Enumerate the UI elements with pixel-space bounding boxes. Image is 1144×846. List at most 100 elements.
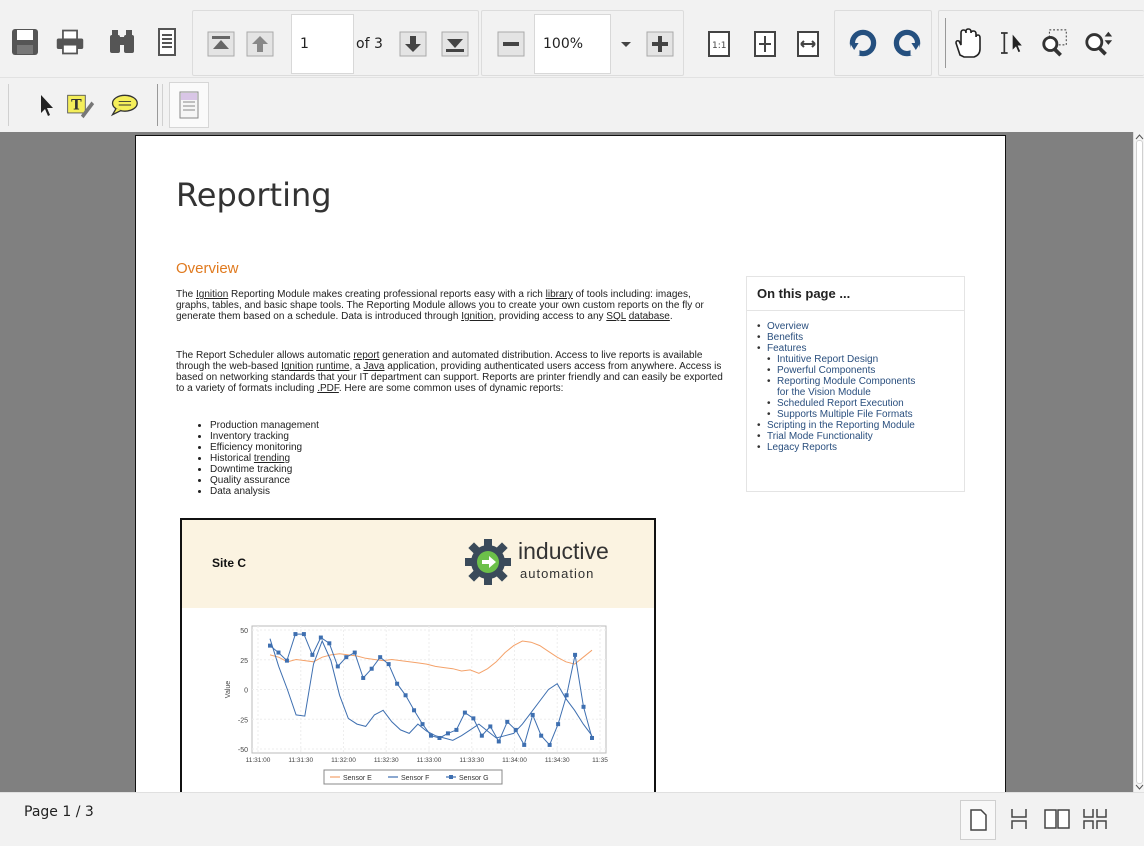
y-tick-label: -50 [238,747,248,754]
facing-pages-view-icon[interactable] [1042,804,1072,834]
overview-heading: Overview [176,260,239,277]
scroll-down-icon[interactable] [1135,784,1144,790]
toc-item[interactable]: Scripting in the Reporting Module [757,420,915,431]
data-point [539,733,544,738]
legend-label: Sensor G [459,775,489,782]
legend-label: Sensor E [343,775,372,782]
toc-item[interactable]: Benefits [757,332,915,343]
data-point [420,722,425,727]
show-annotations-icon[interactable] [169,82,209,128]
list-item: Production management [210,420,319,431]
legend-label: Sensor F [401,775,429,782]
single-page-view-icon[interactable] [960,800,996,840]
toc-item[interactable]: Powerful Components [757,365,915,376]
data-point [462,710,467,715]
data-point [318,635,323,640]
find-binoculars-icon[interactable] [107,27,137,57]
document-viewer[interactable]: Reporting Overview The Ignition Reportin… [0,132,1144,792]
print-icon[interactable] [55,27,85,57]
report-header: Site C inductive automation [182,520,654,608]
comment-bubble-icon[interactable] [109,90,139,120]
data-point [530,712,535,717]
continuous-facing-view-icon[interactable] [1080,804,1110,834]
toc-item[interactable]: Scheduled Report Execution [757,398,915,409]
p1-text: . [669,311,673,322]
toc-item[interactable]: Reporting Module Components [757,376,915,387]
zoom-box-icon[interactable] [1040,28,1070,58]
zoom-out-icon[interactable] [496,29,526,59]
svg-text:1:1: 1:1 [712,41,726,51]
scrollbar-thumb[interactable] [1136,140,1143,784]
zoom-level-field[interactable]: 100% [534,14,611,74]
list-item: Quality assurance [210,475,319,486]
next-page-icon[interactable] [398,29,428,59]
ignition-link[interactable]: Ignition [196,289,228,300]
ignition-link[interactable]: Ignition [281,361,313,372]
zoom-dropdown-icon[interactable] [611,29,641,59]
rotate-counterclockwise-icon[interactable] [892,28,922,58]
text-annotation-icon[interactable]: T [65,90,95,120]
fit-page-icon[interactable] [750,29,780,59]
java-link[interactable]: Java [363,361,384,372]
list-item: Downtime tracking [210,464,319,475]
data-point [386,662,391,667]
x-tick-label: 11:35 [592,757,608,764]
data-point [284,658,289,663]
data-point [395,681,400,686]
annotation-toolbar: T [0,78,1144,132]
overview-paragraph-2: The Report Scheduler allows automatic re… [176,350,724,394]
toc-item[interactable]: Legacy Reports [757,442,915,453]
toc-item[interactable]: Features [757,343,915,354]
data-point [412,708,417,713]
pdf-viewer-window: 1 of 3 100% 1:1 T Reporting Overview The… [0,0,1144,846]
toc-item[interactable]: Intuitive Report Design [757,354,915,365]
continuous-view-icon[interactable] [1004,804,1034,834]
data-point [378,655,383,660]
previous-page-icon[interactable] [245,29,275,59]
dynamic-zoom-icon[interactable] [1084,28,1114,58]
data-point [276,650,281,655]
p2-text: The Report Scheduler allows automatic [176,350,354,361]
save-icon[interactable] [10,27,40,57]
pan-hand-icon[interactable] [952,28,982,58]
toc-item[interactable]: for the Vision Module [757,387,915,398]
legend-marker [449,775,453,779]
data-point [327,641,332,646]
x-tick-label: 11:32:30 [374,757,399,764]
p2-text: . Here are some common uses of dynamic r… [338,383,564,394]
report-link[interactable]: report [353,350,379,361]
list-item: Data analysis [210,486,319,497]
trending-link[interactable]: trending [254,453,290,464]
p1-text: Reporting Module makes creating professi… [228,289,546,300]
page-number-input[interactable]: 1 [291,14,354,74]
document-properties-icon[interactable] [152,27,182,57]
text-select-icon[interactable] [996,28,1026,58]
y-tick-label: 50 [240,628,248,635]
x-tick-label: 11:33:30 [459,757,484,764]
y-axis-label: Value [225,681,232,698]
database-link[interactable]: database [629,311,670,322]
toc-item[interactable]: Trial Mode Functionality [757,431,915,442]
toc-list: OverviewBenefitsFeaturesIntuitive Report… [757,321,915,453]
ignition-link[interactable]: Ignition [461,311,493,322]
data-point [581,704,586,709]
rotate-clockwise-icon[interactable] [848,28,878,58]
toc-item[interactable]: Overview [757,321,915,332]
first-page-icon[interactable] [206,29,236,59]
actual-size-icon[interactable]: 1:1 [704,29,734,59]
library-link[interactable]: library [546,289,573,300]
data-point [352,650,357,655]
sql-link[interactable]: SQL [606,311,626,322]
list-item: Historical trending [210,453,319,464]
pdf-link[interactable]: .PDF [317,383,339,394]
runtime-link[interactable]: runtime [316,361,349,372]
vertical-scrollbar[interactable] [1133,132,1144,792]
select-arrow-icon[interactable] [32,90,62,120]
toc-item[interactable]: Supports Multiple File Formats [757,409,915,420]
zoom-in-icon[interactable] [645,29,675,59]
data-point [369,666,374,671]
data-point [547,742,552,747]
fit-width-icon[interactable] [793,29,823,59]
x-tick-label: 11:31:00 [246,757,271,764]
last-page-icon[interactable] [440,29,470,59]
